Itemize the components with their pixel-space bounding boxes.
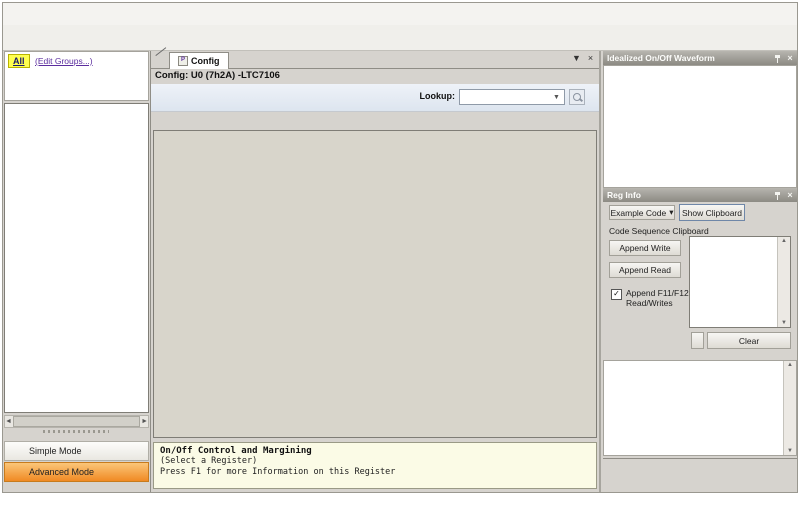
checkbox-label: Append F11/F12 Read/Writes bbox=[626, 288, 689, 308]
example-code-label: Example Code bbox=[610, 208, 666, 218]
lookup-label: Lookup: bbox=[420, 91, 456, 101]
help-panel-title: On/Off Control and Margining bbox=[160, 446, 590, 456]
reginfo-bottom-tabs bbox=[603, 458, 797, 475]
clear-button[interactable]: Clear bbox=[707, 332, 791, 349]
pencil-icon bbox=[155, 54, 167, 65]
dock-panel-area: Idealized On/Off Waveform × Reg Info × E… bbox=[603, 51, 797, 492]
application-window: All (Edit Groups...) ◄ ► Simple Mode Adv… bbox=[2, 2, 798, 493]
reginfo-panel-body: Example Code ▾ Show Clipboard Code Seque… bbox=[603, 202, 797, 474]
help-panel-line1: (Select a Register) bbox=[160, 456, 590, 467]
config-title: Config: U0 (7h2A) -LTC7106 bbox=[155, 70, 280, 81]
show-clipboard-button[interactable]: Show Clipboard bbox=[679, 204, 745, 221]
example-code-dropdown[interactable]: Example Code ▾ bbox=[609, 205, 675, 220]
waveform-canvas bbox=[603, 65, 797, 188]
document-tab-bar: P Config ▼ × bbox=[151, 51, 599, 69]
toolbar bbox=[3, 25, 797, 51]
search-icon bbox=[573, 93, 581, 101]
all-groups-button[interactable]: All bbox=[8, 54, 30, 68]
close-icon[interactable]: × bbox=[784, 51, 796, 65]
append-f11-f12-checkbox[interactable]: ✓ Append F11/F12 Read/Writes bbox=[611, 288, 689, 308]
device-tree bbox=[4, 103, 149, 413]
description-scrollbar[interactable]: ▲ ▼ bbox=[783, 361, 796, 455]
tab-list-dropdown-icon[interactable]: ▼ bbox=[570, 53, 583, 63]
chevron-down-icon[interactable]: ▼ bbox=[550, 91, 563, 103]
system-tree-panel: All (Edit Groups...) ◄ ► Simple Mode Adv… bbox=[3, 51, 151, 492]
advanced-mode-button[interactable]: Advanced Mode bbox=[4, 462, 149, 482]
help-panel-line2: Press F1 for more Information on this Re… bbox=[160, 467, 590, 478]
pin-icon[interactable] bbox=[771, 51, 783, 65]
edit-groups-link[interactable]: (Edit Groups...) bbox=[35, 56, 93, 66]
reginfo-panel-titlebar[interactable]: Reg Info × bbox=[603, 188, 797, 202]
reginfo-panel-title: Reg Info bbox=[607, 190, 641, 200]
waveform-panel-titlebar[interactable]: Idealized On/Off Waveform × bbox=[603, 51, 797, 65]
chevron-down-icon: ▾ bbox=[669, 207, 673, 218]
scroll-up-icon[interactable]: ▲ bbox=[784, 362, 796, 368]
config-document-tab[interactable]: P Config bbox=[169, 52, 229, 69]
register-help-panel: On/Off Control and Margining (Select a R… bbox=[153, 442, 597, 489]
code-sequence-textarea[interactable]: ▲ ▼ bbox=[689, 236, 791, 328]
pin-icon: P bbox=[178, 56, 188, 66]
menu-bar bbox=[3, 3, 797, 25]
config-pane: P Config ▼ × Config: U0 (7h2A) -LTC7106 … bbox=[151, 51, 601, 492]
scrollbar-thumb[interactable] bbox=[13, 416, 140, 427]
register-description-box[interactable]: ▲ ▼ bbox=[603, 360, 797, 456]
clipboard-section-label: Code Sequence Clipboard bbox=[609, 226, 709, 236]
config-tab-label: Config bbox=[191, 56, 220, 66]
tree-horizontal-scrollbar[interactable]: ◄ ► bbox=[4, 415, 149, 428]
waveform-panel-title: Idealized On/Off Waveform bbox=[607, 53, 715, 63]
blank-button bbox=[691, 332, 704, 349]
append-read-button[interactable]: Append Read bbox=[609, 262, 681, 278]
simple-mode-button[interactable]: Simple Mode bbox=[4, 441, 149, 461]
checkbox-icon[interactable]: ✓ bbox=[611, 289, 622, 300]
pin-icon[interactable] bbox=[771, 188, 783, 202]
scroll-down-icon[interactable]: ▼ bbox=[784, 448, 796, 454]
lookup-combobox[interactable]: ▼ bbox=[459, 89, 565, 105]
scroll-down-icon[interactable]: ▼ bbox=[778, 320, 790, 326]
lookup-band: Lookup: ▼ bbox=[151, 84, 599, 112]
close-tab-icon[interactable]: × bbox=[584, 53, 597, 63]
append-write-button[interactable]: Append Write bbox=[609, 240, 681, 256]
scroll-up-icon[interactable]: ▲ bbox=[778, 238, 790, 244]
group-header: All (Edit Groups...) bbox=[4, 51, 149, 101]
close-icon[interactable]: × bbox=[784, 188, 796, 202]
textarea-scrollbar[interactable]: ▲ ▼ bbox=[777, 237, 790, 327]
lookup-search-button[interactable] bbox=[569, 89, 585, 105]
scroll-left-icon[interactable]: ◄ bbox=[5, 418, 12, 425]
panel-splitter-handle[interactable] bbox=[43, 430, 109, 433]
scroll-right-icon[interactable]: ► bbox=[141, 418, 148, 425]
register-table bbox=[153, 130, 597, 438]
